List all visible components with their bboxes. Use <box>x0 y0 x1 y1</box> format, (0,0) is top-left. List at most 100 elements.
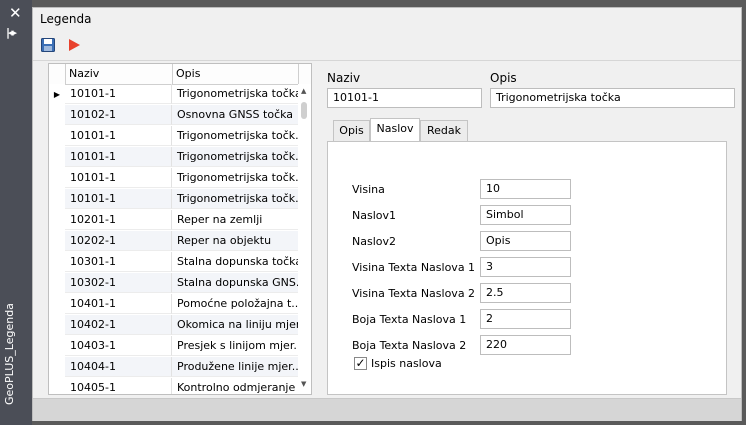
row-selector[interactable] <box>49 168 65 189</box>
cell-naziv[interactable]: 10405-1 <box>65 378 172 394</box>
window-title: Legenda <box>40 12 92 26</box>
cell-naziv[interactable]: 10401-1 <box>65 294 172 314</box>
scroll-up-icon[interactable]: ▲ <box>301 87 306 95</box>
table-row[interactable]: 10405-1 Kontrolno odmjeranje <box>49 378 298 394</box>
current-row-indicator-icon[interactable]: ▶ <box>49 84 65 105</box>
row-selector[interactable] <box>49 357 65 378</box>
cell-naziv[interactable]: 10101-1 <box>65 168 172 188</box>
row-selector[interactable] <box>49 231 65 252</box>
opis-input[interactable]: Trigonometrijska točka <box>490 88 735 108</box>
grid-header: Naziv Opis <box>49 64 311 85</box>
cell-naziv[interactable]: 10201-1 <box>65 210 172 230</box>
field-input[interactable]: 2 <box>480 309 571 329</box>
table-row[interactable]: 10101-1 Trigonometrijska točk... <box>49 189 298 210</box>
cell-opis[interactable]: Pomoćne položajna t... <box>172 294 298 314</box>
cell-opis[interactable]: Stalna dopunska GNS... <box>172 273 298 293</box>
cell-opis[interactable]: Kontrolno odmjeranje <box>172 378 298 394</box>
row-selector[interactable] <box>49 336 65 357</box>
cell-opis[interactable]: Trigonometrijska točka <box>172 84 298 104</box>
field-label: Visina <box>352 183 385 196</box>
row-selector[interactable] <box>49 126 65 147</box>
row-selector[interactable] <box>49 189 65 210</box>
table-row[interactable]: 10202-1 Reper na objektu <box>49 231 298 252</box>
row-selector[interactable] <box>49 210 65 231</box>
row-selector[interactable] <box>49 252 65 273</box>
cell-naziv[interactable]: 10202-1 <box>65 231 172 251</box>
cell-naziv[interactable]: 10101-1 <box>65 84 172 104</box>
table-row[interactable]: 10302-1 Stalna dopunska GNS... <box>49 273 298 294</box>
column-header-opis[interactable]: Opis <box>176 67 200 80</box>
table-row[interactable]: 10401-1 Pomoćne položajna t... <box>49 294 298 315</box>
ispis-naslova-label: Ispis naslova <box>371 357 442 370</box>
pin-icon[interactable]: |◂▸ <box>6 26 17 39</box>
ispis-naslova-checkbox[interactable]: ✓ <box>354 357 367 370</box>
cell-naziv[interactable]: 10101-1 <box>65 189 172 209</box>
cell-opis[interactable]: Trigonometrijska točk... <box>172 189 298 209</box>
cell-naziv[interactable]: 10404-1 <box>65 357 172 377</box>
tab-redak[interactable]: Redak <box>420 120 468 141</box>
cell-opis[interactable]: Presjek s linijom mjer... <box>172 336 298 356</box>
opis-label: Opis <box>490 71 517 85</box>
cell-opis[interactable]: Reper na zemlji <box>172 210 298 230</box>
field-input[interactable]: 220 <box>480 335 571 355</box>
column-header-naziv[interactable]: Naziv <box>69 67 99 80</box>
cell-opis[interactable]: Osnovna GNSS točka <box>172 105 298 125</box>
scroll-thumb[interactable] <box>301 102 307 119</box>
field-input[interactable]: Simbol <box>480 205 571 225</box>
naslov-panel: Visina 10 Naslov1 Simbol Naslov2 Opis Visina T… <box>327 141 727 395</box>
field-input[interactable]: 10 <box>480 179 571 199</box>
scroll-down-icon[interactable]: ▼ <box>301 380 306 388</box>
cell-naziv[interactable]: 10101-1 <box>65 147 172 167</box>
table-row[interactable]: 10301-1 Stalna dopunska točka <box>49 252 298 273</box>
table-row[interactable]: 10201-1 Reper na zemlji <box>49 210 298 231</box>
side-panel-title: GeoPLUS_Legenda <box>3 303 16 405</box>
field-label: Visina Texta Naslova 2 <box>352 287 476 300</box>
field-input[interactable]: 3 <box>480 257 571 277</box>
row-selector[interactable] <box>49 147 65 168</box>
cell-naziv[interactable]: 10302-1 <box>65 273 172 293</box>
table-row[interactable]: 10402-1 Okomica na liniju mjer... <box>49 315 298 336</box>
naziv-input[interactable]: 10101-1 <box>327 88 482 108</box>
cell-opis[interactable]: Trigonometrijska točk... <box>172 126 298 146</box>
cell-opis[interactable]: Okomica na liniju mjer... <box>172 315 298 335</box>
cell-naziv[interactable]: 10402-1 <box>65 315 172 335</box>
cell-opis[interactable]: Stalna dopunska točka <box>172 252 298 272</box>
cell-opis[interactable]: Trigonometrijska točk... <box>172 147 298 167</box>
cell-opis[interactable]: Reper na objektu <box>172 231 298 251</box>
field-label: Boja Texta Naslova 2 <box>352 339 467 352</box>
cell-naziv[interactable]: 10102-1 <box>65 105 172 125</box>
tab-naslov[interactable]: Naslov <box>370 118 420 141</box>
table-row[interactable]: 10102-1 Osnovna GNSS točka <box>49 105 298 126</box>
field-label: Visina Texta Naslova 1 <box>352 261 476 274</box>
field-input[interactable]: 2.5 <box>480 283 571 303</box>
table-row[interactable]: 10101-1 Trigonometrijska točk... <box>49 147 298 168</box>
save-icon[interactable] <box>41 38 55 52</box>
legend-grid: Naziv Opis ▶ 10101-1 Trigonometrijska točk… <box>48 63 312 395</box>
close-icon[interactable]: ✕ <box>9 4 22 22</box>
run-icon[interactable] <box>67 38 81 52</box>
table-row[interactable]: ▶ 10101-1 Trigonometrijska točka <box>49 84 298 105</box>
cell-naziv[interactable]: 10101-1 <box>65 126 172 146</box>
status-bar <box>33 398 741 421</box>
row-selector[interactable] <box>49 105 65 126</box>
cell-opis[interactable]: Produžene linije mjer... <box>172 357 298 377</box>
cell-opis[interactable]: Trigonometrijska točk... <box>172 168 298 188</box>
tab-opis[interactable]: Opis <box>333 120 370 141</box>
row-selector[interactable] <box>49 315 65 336</box>
toolbar <box>33 32 741 61</box>
table-row[interactable]: 10101-1 Trigonometrijska točk... <box>49 168 298 189</box>
row-selector[interactable] <box>49 273 65 294</box>
table-row[interactable]: 10101-1 Trigonometrijska točk... <box>49 126 298 147</box>
field-label: Naslov2 <box>352 235 396 248</box>
cell-naziv[interactable]: 10301-1 <box>65 252 172 272</box>
naziv-label: Naziv <box>327 71 361 85</box>
field-input[interactable]: Opis <box>480 231 571 251</box>
cell-naziv[interactable]: 10403-1 <box>65 336 172 356</box>
field-label: Boja Texta Naslova 1 <box>352 313 467 326</box>
row-selector[interactable] <box>49 294 65 315</box>
table-row[interactable]: 10403-1 Presjek s linijom mjer... <box>49 336 298 357</box>
table-row[interactable]: 10404-1 Produžene linije mjer... <box>49 357 298 378</box>
grid-scrollbar[interactable]: ▲ ▼ <box>298 84 311 394</box>
field-label: Naslov1 <box>352 209 396 222</box>
row-selector[interactable] <box>49 378 65 394</box>
